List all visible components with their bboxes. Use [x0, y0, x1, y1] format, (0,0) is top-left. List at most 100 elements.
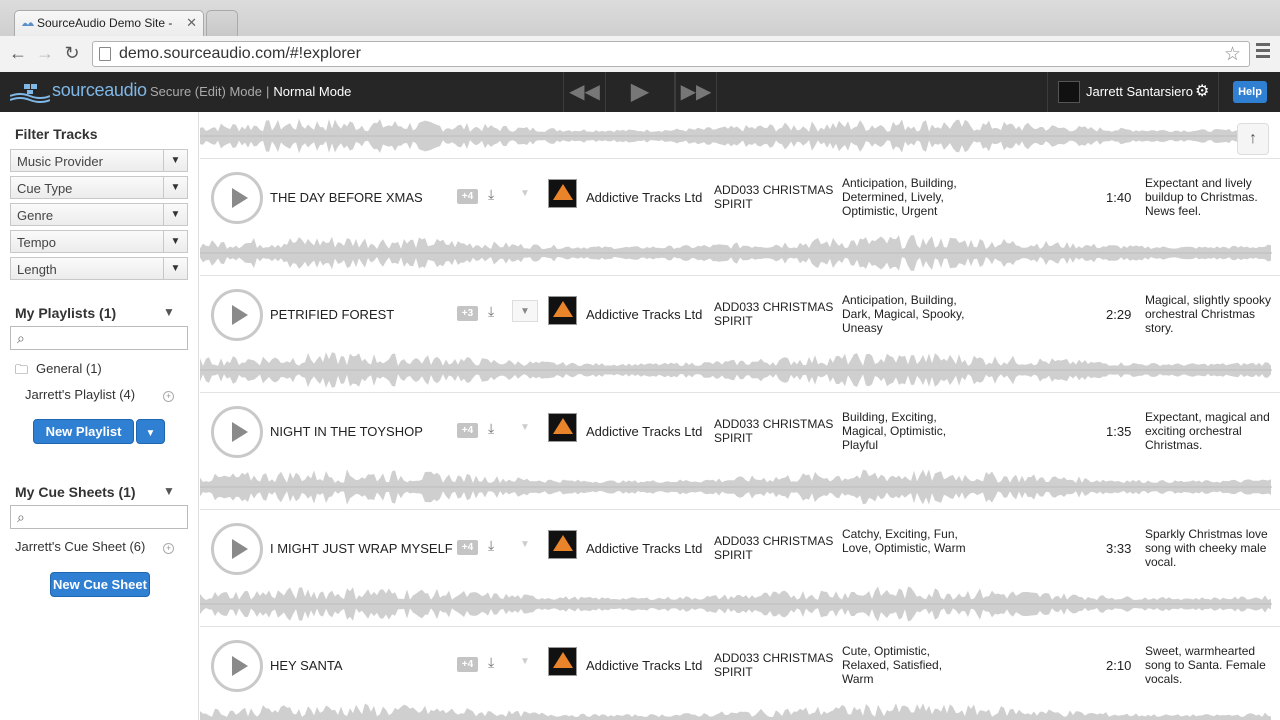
rewind-button[interactable]: ◀◀: [563, 72, 605, 112]
track-title[interactable]: NIGHT IN THE TOYSHOP: [270, 424, 423, 439]
fast-forward-button[interactable]: ▶▶: [675, 72, 717, 112]
alternate-count-badge[interactable]: +4: [457, 540, 478, 555]
track-row[interactable]: HEY SANTA +4 ⤓ ▼ Addictive Tracks Ltd ADD033 …: [200, 626, 1280, 720]
player-play-button[interactable]: ▶: [605, 72, 675, 112]
alternate-count-badge[interactable]: +4: [457, 423, 478, 438]
play-button[interactable]: [211, 523, 263, 575]
cuesheet-search-input[interactable]: ⌕: [10, 505, 188, 529]
description: Expectant and lively buildup to Christma…: [1145, 176, 1258, 218]
filter-tempo[interactable]: Tempo ▼: [10, 230, 188, 253]
album-code[interactable]: ADD033 CHRISTMAS SPIRIT: [714, 300, 839, 328]
chevron-down-icon[interactable]: ▼: [163, 258, 187, 279]
waveform[interactable]: [200, 350, 1272, 390]
my-playlists-title[interactable]: My Playlists (1): [15, 305, 116, 321]
track-title[interactable]: THE DAY BEFORE XMAS: [270, 190, 423, 205]
add-icon[interactable]: +: [163, 543, 174, 554]
provider-name[interactable]: Addictive Tracks Ltd: [586, 190, 702, 205]
provider-name[interactable]: Addictive Tracks Ltd: [586, 307, 702, 322]
add-icon[interactable]: +: [163, 391, 174, 402]
filter-genre[interactable]: Genre ▼: [10, 203, 188, 226]
chevron-down-icon[interactable]: ▼: [163, 177, 187, 198]
track-title[interactable]: PETRIFIED FOREST: [270, 307, 394, 322]
logo-wave-icon: [10, 84, 50, 103]
sourceaudio-logo[interactable]: sourceaudio: [10, 80, 147, 106]
forward-icon[interactable]: →: [35, 43, 55, 63]
duration: 1:40: [1106, 190, 1132, 205]
download-icon[interactable]: ⤓: [488, 654, 494, 671]
play-icon: ▶: [630, 78, 650, 105]
new-cue-sheet-button[interactable]: New Cue Sheet: [50, 572, 150, 597]
collapse-playlists-icon[interactable]: ▼: [163, 305, 175, 319]
alternate-count-badge[interactable]: +4: [457, 657, 478, 672]
browser-tab[interactable]: SourceAudio Demo Site - ✕: [14, 10, 204, 36]
track-row[interactable]: PETRIFIED FOREST +3 ⤓ ▼ Addictive Tracks Ltd…: [200, 275, 1280, 392]
track-row[interactable]: NIGHT IN THE TOYSHOP +4 ⤓ ▼ Addictive Tracks…: [200, 392, 1280, 509]
download-icon[interactable]: ⤓: [488, 303, 494, 320]
track-row[interactable]: I MIGHT JUST WRAP MYSELF +4 ⤓ ▼ Addictive Tr…: [200, 509, 1280, 626]
play-button[interactable]: [211, 640, 263, 692]
playlist-folder-general[interactable]: General (1): [36, 361, 102, 376]
provider-name[interactable]: Addictive Tracks Ltd: [586, 658, 702, 673]
expand-chevron-icon[interactable]: ▼: [512, 534, 538, 556]
album-code[interactable]: ADD033 CHRISTMAS SPIRIT: [714, 183, 839, 211]
provider-name[interactable]: Addictive Tracks Ltd: [586, 541, 702, 556]
download-icon[interactable]: ⤓: [488, 420, 494, 437]
waveform[interactable]: [200, 584, 1272, 624]
chevron-down-icon[interactable]: ▼: [163, 150, 187, 171]
download-icon[interactable]: ⤓: [488, 537, 494, 554]
search-icon: ⌕: [17, 509, 25, 525]
alternate-count-badge[interactable]: +4: [457, 189, 478, 204]
expand-chevron-icon[interactable]: ▼: [512, 183, 538, 205]
close-tab-icon[interactable]: ✕: [186, 15, 197, 31]
chevron-down-icon[interactable]: ▼: [163, 231, 187, 252]
new-playlist-button[interactable]: New Playlist: [33, 419, 134, 444]
waveform[interactable]: [200, 116, 1240, 156]
play-button[interactable]: [211, 172, 263, 224]
browser-menu-icon[interactable]: [1256, 43, 1270, 61]
filter-label: Cue Type: [17, 181, 73, 196]
user-menu[interactable]: Jarrett Santarsiero ⚙: [1047, 72, 1219, 112]
fast-forward-icon: ▶▶: [680, 81, 712, 103]
logo-text: sourceaudio: [52, 80, 147, 100]
back-icon[interactable]: ←: [8, 43, 28, 63]
reload-icon[interactable]: ↻: [62, 43, 82, 63]
bookmark-star-icon[interactable]: ☆: [1224, 43, 1241, 66]
cuesheet-item[interactable]: Jarrett's Cue Sheet (6): [15, 539, 145, 554]
track-title[interactable]: HEY SANTA: [270, 658, 342, 673]
expand-chevron-icon[interactable]: ▼: [512, 417, 538, 439]
provider-name[interactable]: Addictive Tracks Ltd: [586, 424, 702, 439]
alternate-count-badge[interactable]: +3: [457, 306, 478, 321]
playlist-item[interactable]: Jarrett's Playlist (4): [25, 387, 135, 402]
album-code[interactable]: ADD033 CHRISTMAS SPIRIT: [714, 534, 839, 562]
my-cue-sheets-title[interactable]: My Cue Sheets (1): [15, 484, 136, 500]
filter-length[interactable]: Length ▼: [10, 257, 188, 280]
track-title[interactable]: I MIGHT JUST WRAP MYSELF: [270, 541, 453, 556]
new-playlist-dropdown[interactable]: ▼: [136, 419, 165, 444]
waveform[interactable]: [200, 233, 1272, 273]
normal-mode-label[interactable]: Normal Mode: [273, 84, 351, 99]
expand-chevron-icon[interactable]: ▼: [512, 300, 538, 322]
secure-mode-link[interactable]: Secure (Edit) Mode: [150, 84, 262, 99]
album-code[interactable]: ADD033 CHRISTMAS SPIRIT: [714, 651, 839, 679]
new-tab-button[interactable]: [206, 10, 238, 36]
help-button[interactable]: Help: [1233, 81, 1267, 103]
playlist-search-input[interactable]: ⌕: [10, 326, 188, 350]
expand-chevron-icon[interactable]: ▼: [512, 651, 538, 673]
collapse-cuesheets-icon[interactable]: ▼: [163, 484, 175, 498]
gear-icon[interactable]: ⚙: [1195, 81, 1209, 101]
download-icon[interactable]: ⤓: [488, 186, 494, 203]
scroll-top-button[interactable]: ↑: [1237, 123, 1269, 155]
filter-label: Tempo: [17, 235, 57, 250]
play-button[interactable]: [211, 406, 263, 458]
filter-cue-type[interactable]: Cue Type ▼: [10, 176, 188, 199]
address-bar[interactable]: demo.sourceaudio.com/#!explorer ☆: [92, 41, 1250, 67]
tab-title: SourceAudio Demo Site -: [37, 16, 173, 30]
play-button[interactable]: [211, 289, 263, 341]
waveform[interactable]: [200, 701, 1272, 720]
track-row[interactable]: THE DAY BEFORE XMAS +4 ⤓ ▼ Addictive Tracks …: [200, 158, 1280, 275]
album-art: [548, 647, 577, 676]
chevron-down-icon[interactable]: ▼: [163, 204, 187, 225]
filter-music-provider[interactable]: Music Provider ▼: [10, 149, 188, 172]
waveform[interactable]: [200, 467, 1272, 507]
album-code[interactable]: ADD033 CHRISTMAS SPIRIT: [714, 417, 839, 445]
